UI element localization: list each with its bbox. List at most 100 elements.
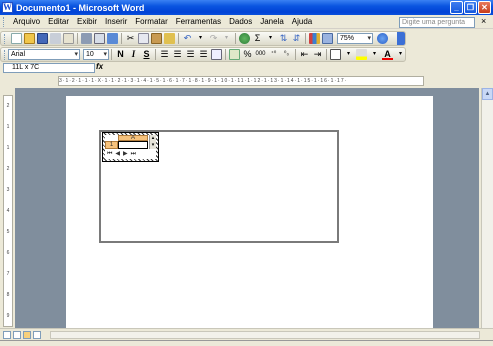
autosum-dropdown-icon[interactable]: ▾	[265, 33, 276, 44]
paste-icon[interactable]	[151, 33, 162, 44]
undo-dropdown-icon[interactable]: ▾	[195, 33, 206, 44]
embedded-spreadsheet[interactable]: A 1 ▴ ▾ ⏮ ◀ ▶ ⏭	[102, 132, 159, 162]
fill-color-icon[interactable]	[356, 49, 367, 60]
font-select[interactable]: Arial	[8, 49, 80, 60]
view-scroll-row	[0, 328, 493, 340]
increase-decimal-icon[interactable]: ⁺⁰	[268, 49, 279, 60]
align-center-icon[interactable]: ☰	[172, 49, 183, 60]
first-sheet-icon[interactable]: ⏮	[107, 150, 112, 159]
menu-dados[interactable]: Dados	[225, 17, 256, 26]
formatting-toolbar: Arial 10 N I S ☰ ☰ ☰ ☰ % 000 ⁺⁰ ⁰₀ ⇤ ⇥ ▾…	[0, 47, 406, 62]
justify-icon[interactable]: ☰	[198, 49, 209, 60]
toolbar-options-icon[interactable]	[397, 32, 405, 45]
menu-ferramentas[interactable]: Ferramentas	[172, 17, 225, 26]
permission-icon[interactable]	[50, 33, 61, 44]
align-left-icon[interactable]: ☰	[159, 49, 170, 60]
outline-view-icon[interactable]	[33, 331, 41, 339]
zoom-select[interactable]: 75%	[337, 33, 373, 44]
vertical-ruler[interactable]: 21123456789	[3, 95, 13, 327]
separator	[111, 49, 112, 60]
toolbar-grip[interactable]	[4, 33, 7, 44]
menu-arquivo[interactable]: Arquivo	[9, 17, 44, 26]
menu-ajuda[interactable]: Ajuda	[288, 17, 316, 26]
web-view-icon[interactable]	[13, 331, 21, 339]
fill-color-dropdown-icon[interactable]: ▾	[369, 49, 380, 60]
document-page[interactable]: A 1 ▴ ▾ ⏮ ◀ ▶ ⏭	[66, 96, 433, 328]
underline-button[interactable]: S	[141, 49, 152, 60]
new-icon[interactable]	[11, 33, 22, 44]
autosum-icon[interactable]: Σ	[252, 33, 263, 44]
borders-dropdown-icon[interactable]: ▾	[343, 49, 354, 60]
separator	[326, 49, 327, 60]
currency-icon[interactable]	[229, 49, 240, 60]
sort-desc-icon[interactable]: ⇵	[291, 33, 302, 44]
menu-janela[interactable]: Janela	[256, 17, 288, 26]
decrease-indent-icon[interactable]: ⇤	[299, 49, 310, 60]
print-icon[interactable]	[81, 33, 92, 44]
minimize-icon[interactable]: _	[450, 1, 463, 14]
bold-button[interactable]: N	[115, 49, 126, 60]
name-box[interactable]: 11L x 7C	[3, 63, 95, 73]
sort-asc-icon[interactable]: ⇅	[278, 33, 289, 44]
redo-icon[interactable]: ↷	[208, 33, 219, 44]
font-size-select[interactable]: 10	[83, 49, 109, 60]
word-app-icon[interactable]: W	[2, 2, 13, 13]
print-preview-icon[interactable]	[94, 33, 105, 44]
document-close-icon[interactable]: ×	[481, 16, 486, 26]
redo-dropdown-icon[interactable]: ▾	[221, 33, 232, 44]
thousands-icon[interactable]: 000	[255, 49, 266, 60]
sheet-scroll-icon[interactable]: ▴ ▾	[149, 135, 156, 149]
font-color-icon[interactable]: A	[382, 49, 393, 60]
window-title: Documento1 - Microsoft Word	[16, 2, 145, 13]
undo-icon[interactable]: ↶	[182, 33, 193, 44]
scroll-up-icon[interactable]: ▲	[482, 88, 493, 100]
sheet-tab-nav: ⏮ ◀ ▶ ⏭	[105, 150, 156, 159]
separator	[305, 33, 306, 44]
help-icon[interactable]	[377, 33, 388, 44]
align-right-icon[interactable]: ☰	[185, 49, 196, 60]
menu-inserir[interactable]: Inserir	[101, 17, 131, 26]
format-painter-icon[interactable]	[164, 33, 175, 44]
percent-icon[interactable]: %	[242, 49, 253, 60]
open-icon[interactable]	[24, 33, 35, 44]
menu-grip[interactable]	[3, 16, 6, 27]
hyperlink-icon[interactable]	[239, 33, 250, 44]
chart-wizard-icon[interactable]	[309, 33, 320, 44]
email-icon[interactable]	[63, 33, 74, 44]
print-layout-icon[interactable]	[23, 331, 31, 339]
formula-bar: 11L x 7C fx	[0, 62, 493, 74]
close-icon[interactable]: ✕	[478, 1, 491, 14]
separator	[155, 49, 156, 60]
embedded-object-frame[interactable]: A 1 ▴ ▾ ⏮ ◀ ▶ ⏭	[99, 130, 339, 243]
prev-sheet-icon[interactable]: ◀	[115, 150, 120, 159]
borders-icon[interactable]	[330, 49, 341, 60]
status-bar	[0, 340, 493, 346]
toolbar-grip[interactable]	[4, 49, 5, 60]
decrease-decimal-icon[interactable]: ⁰₀	[281, 49, 292, 60]
copy-icon[interactable]	[138, 33, 149, 44]
font-color-dropdown-icon[interactable]: ▾	[395, 49, 406, 60]
italic-button[interactable]: I	[128, 49, 139, 60]
row-header-1[interactable]: 1	[105, 141, 118, 149]
help-search-input[interactable]: Digite uma pergunta	[399, 17, 475, 28]
separator	[235, 33, 236, 44]
merge-center-icon[interactable]	[211, 49, 222, 60]
next-sheet-icon[interactable]: ▶	[123, 150, 128, 159]
increase-indent-icon[interactable]: ⇥	[312, 49, 323, 60]
horizontal-ruler[interactable]: 3·1·2·1·1·1·X·1·1·2·1·3·1·4·1·5·1·6·1·7·…	[58, 76, 424, 86]
fx-icon[interactable]: fx	[96, 62, 103, 71]
restore-icon[interactable]: ❐	[464, 1, 477, 14]
vertical-scrollbar[interactable]: ▲	[481, 88, 493, 328]
horizontal-scrollbar[interactable]	[50, 331, 480, 339]
spelling-icon[interactable]	[107, 33, 118, 44]
drawing-icon[interactable]	[322, 33, 333, 44]
menu-exibir[interactable]: Exibir	[73, 17, 101, 26]
last-sheet-icon[interactable]: ⏭	[131, 150, 136, 159]
menu-editar[interactable]: Editar	[44, 17, 73, 26]
save-icon[interactable]	[37, 33, 48, 44]
window-controls: _ ❐ ✕	[450, 1, 491, 14]
normal-view-icon[interactable]	[3, 331, 11, 339]
active-cell[interactable]	[118, 141, 148, 149]
menu-formatar[interactable]: Formatar	[131, 17, 171, 26]
cut-icon[interactable]: ✂	[125, 33, 136, 44]
